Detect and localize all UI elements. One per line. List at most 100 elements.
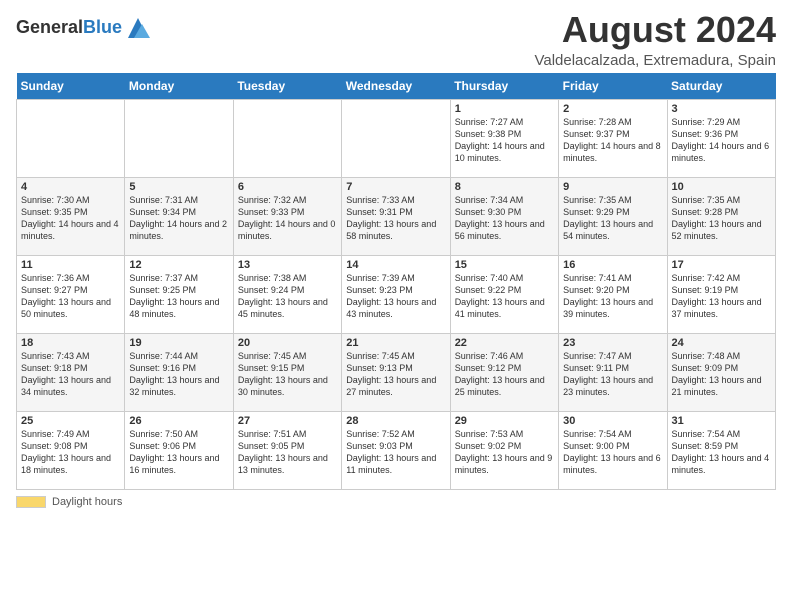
calendar-cell: 5Sunrise: 7:31 AM Sunset: 9:34 PM Daylig… [125,177,233,255]
day-number: 22 [455,337,554,349]
cell-content: Sunrise: 7:28 AM Sunset: 9:37 PM Dayligh… [563,116,662,165]
week-row-1: 1Sunrise: 7:27 AM Sunset: 9:38 PM Daylig… [17,99,776,177]
calendar-table: SundayMondayTuesdayWednesdayThursdayFrid… [16,73,776,490]
calendar-cell: 24Sunrise: 7:48 AM Sunset: 9:09 PM Dayli… [667,333,775,411]
day-header-tuesday: Tuesday [233,73,341,100]
cell-content: Sunrise: 7:35 AM Sunset: 9:29 PM Dayligh… [563,194,662,243]
calendar-cell: 1Sunrise: 7:27 AM Sunset: 9:38 PM Daylig… [450,99,558,177]
calendar-cell: 28Sunrise: 7:52 AM Sunset: 9:03 PM Dayli… [342,411,450,489]
day-number: 30 [563,415,662,427]
cell-content: Sunrise: 7:54 AM Sunset: 9:00 PM Dayligh… [563,428,662,477]
calendar-cell [125,99,233,177]
day-header-saturday: Saturday [667,73,775,100]
calendar-cell: 20Sunrise: 7:45 AM Sunset: 9:15 PM Dayli… [233,333,341,411]
calendar-cell: 18Sunrise: 7:43 AM Sunset: 9:18 PM Dayli… [17,333,125,411]
cell-content: Sunrise: 7:37 AM Sunset: 9:25 PM Dayligh… [129,272,228,321]
logo-text: GeneralBlue [16,18,122,38]
day-number: 23 [563,337,662,349]
day-number: 9 [563,181,662,193]
cell-content: Sunrise: 7:39 AM Sunset: 9:23 PM Dayligh… [346,272,445,321]
calendar-cell: 12Sunrise: 7:37 AM Sunset: 9:25 PM Dayli… [125,255,233,333]
calendar-cell: 8Sunrise: 7:34 AM Sunset: 9:30 PM Daylig… [450,177,558,255]
calendar-cell: 21Sunrise: 7:45 AM Sunset: 9:13 PM Dayli… [342,333,450,411]
cell-content: Sunrise: 7:32 AM Sunset: 9:33 PM Dayligh… [238,194,337,243]
cell-content: Sunrise: 7:49 AM Sunset: 9:08 PM Dayligh… [21,428,120,477]
cell-content: Sunrise: 7:47 AM Sunset: 9:11 PM Dayligh… [563,350,662,399]
cell-content: Sunrise: 7:43 AM Sunset: 9:18 PM Dayligh… [21,350,120,399]
day-number: 11 [21,259,120,271]
day-number: 7 [346,181,445,193]
calendar-cell: 16Sunrise: 7:41 AM Sunset: 9:20 PM Dayli… [559,255,667,333]
calendar-cell: 11Sunrise: 7:36 AM Sunset: 9:27 PM Dayli… [17,255,125,333]
calendar-cell: 17Sunrise: 7:42 AM Sunset: 9:19 PM Dayli… [667,255,775,333]
day-number: 26 [129,415,228,427]
day-number: 10 [672,181,771,193]
calendar-subtitle: Valdelacalzada, Extremadura, Spain [534,52,776,69]
cell-content: Sunrise: 7:44 AM Sunset: 9:16 PM Dayligh… [129,350,228,399]
daylight-swatch [16,496,46,508]
day-number: 21 [346,337,445,349]
calendar-cell: 4Sunrise: 7:30 AM Sunset: 9:35 PM Daylig… [17,177,125,255]
calendar-cell: 30Sunrise: 7:54 AM Sunset: 9:00 PM Dayli… [559,411,667,489]
logo-icon [124,14,152,42]
cell-content: Sunrise: 7:48 AM Sunset: 9:09 PM Dayligh… [672,350,771,399]
calendar-cell: 15Sunrise: 7:40 AM Sunset: 9:22 PM Dayli… [450,255,558,333]
title-block: August 2024 Valdelacalzada, Extremadura,… [534,10,776,69]
day-number: 24 [672,337,771,349]
day-number: 13 [238,259,337,271]
cell-content: Sunrise: 7:29 AM Sunset: 9:36 PM Dayligh… [672,116,771,165]
cell-content: Sunrise: 7:27 AM Sunset: 9:38 PM Dayligh… [455,116,554,165]
calendar-page: GeneralBlue August 2024 Valdelacalzada, … [0,0,792,518]
day-header-friday: Friday [559,73,667,100]
calendar-cell [17,99,125,177]
day-number: 6 [238,181,337,193]
week-row-5: 25Sunrise: 7:49 AM Sunset: 9:08 PM Dayli… [17,411,776,489]
cell-content: Sunrise: 7:41 AM Sunset: 9:20 PM Dayligh… [563,272,662,321]
calendar-cell: 29Sunrise: 7:53 AM Sunset: 9:02 PM Dayli… [450,411,558,489]
calendar-cell: 25Sunrise: 7:49 AM Sunset: 9:08 PM Dayli… [17,411,125,489]
day-number: 28 [346,415,445,427]
cell-content: Sunrise: 7:52 AM Sunset: 9:03 PM Dayligh… [346,428,445,477]
calendar-cell: 14Sunrise: 7:39 AM Sunset: 9:23 PM Dayli… [342,255,450,333]
logo: GeneralBlue [16,14,152,42]
week-row-2: 4Sunrise: 7:30 AM Sunset: 9:35 PM Daylig… [17,177,776,255]
calendar-title: August 2024 [534,10,776,50]
day-number: 3 [672,103,771,115]
cell-content: Sunrise: 7:36 AM Sunset: 9:27 PM Dayligh… [21,272,120,321]
day-number: 4 [21,181,120,193]
cell-content: Sunrise: 7:33 AM Sunset: 9:31 PM Dayligh… [346,194,445,243]
calendar-cell: 26Sunrise: 7:50 AM Sunset: 9:06 PM Dayli… [125,411,233,489]
cell-content: Sunrise: 7:42 AM Sunset: 9:19 PM Dayligh… [672,272,771,321]
day-header-wednesday: Wednesday [342,73,450,100]
day-number: 31 [672,415,771,427]
day-number: 17 [672,259,771,271]
logo-general: General [16,17,83,37]
day-number: 5 [129,181,228,193]
calendar-cell: 6Sunrise: 7:32 AM Sunset: 9:33 PM Daylig… [233,177,341,255]
calendar-cell: 2Sunrise: 7:28 AM Sunset: 9:37 PM Daylig… [559,99,667,177]
footer-label: Daylight hours [52,496,122,508]
cell-content: Sunrise: 7:51 AM Sunset: 9:05 PM Dayligh… [238,428,337,477]
cell-content: Sunrise: 7:50 AM Sunset: 9:06 PM Dayligh… [129,428,228,477]
header: GeneralBlue August 2024 Valdelacalzada, … [16,10,776,69]
day-number: 16 [563,259,662,271]
day-number: 14 [346,259,445,271]
calendar-cell: 13Sunrise: 7:38 AM Sunset: 9:24 PM Dayli… [233,255,341,333]
cell-content: Sunrise: 7:53 AM Sunset: 9:02 PM Dayligh… [455,428,554,477]
calendar-cell: 9Sunrise: 7:35 AM Sunset: 9:29 PM Daylig… [559,177,667,255]
calendar-cell: 19Sunrise: 7:44 AM Sunset: 9:16 PM Dayli… [125,333,233,411]
day-number: 19 [129,337,228,349]
day-header-monday: Monday [125,73,233,100]
calendar-cell: 23Sunrise: 7:47 AM Sunset: 9:11 PM Dayli… [559,333,667,411]
cell-content: Sunrise: 7:31 AM Sunset: 9:34 PM Dayligh… [129,194,228,243]
day-number: 27 [238,415,337,427]
cell-content: Sunrise: 7:40 AM Sunset: 9:22 PM Dayligh… [455,272,554,321]
day-header-row: SundayMondayTuesdayWednesdayThursdayFrid… [17,73,776,100]
logo-blue: Blue [83,17,122,37]
week-row-3: 11Sunrise: 7:36 AM Sunset: 9:27 PM Dayli… [17,255,776,333]
calendar-cell: 31Sunrise: 7:54 AM Sunset: 8:59 PM Dayli… [667,411,775,489]
cell-content: Sunrise: 7:38 AM Sunset: 9:24 PM Dayligh… [238,272,337,321]
day-number: 8 [455,181,554,193]
day-number: 18 [21,337,120,349]
cell-content: Sunrise: 7:45 AM Sunset: 9:15 PM Dayligh… [238,350,337,399]
